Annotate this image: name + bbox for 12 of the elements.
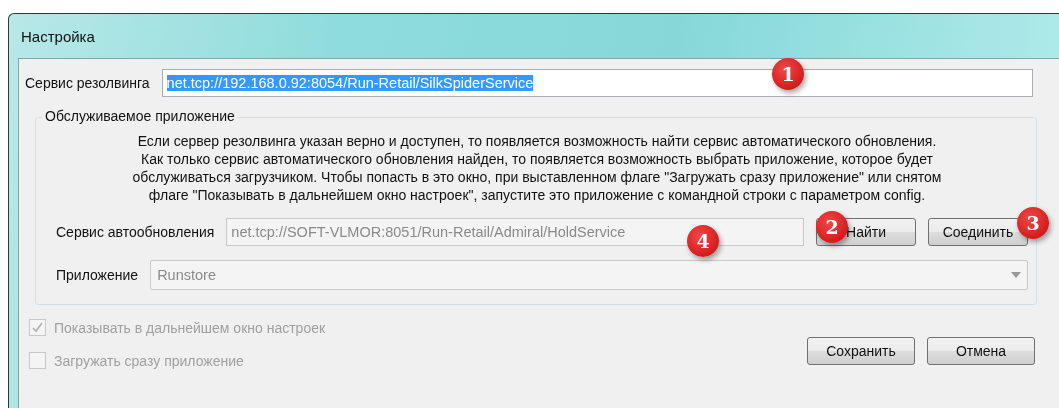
description-text: Если сервер резолвинга указан верно и доступен, то появляется возможность найти сервис автоматического обновления. Как только сервис автоматического обновления найден, то появляется возможность выбрать приложение, которое будет обслуживаться загрузчиком. Чтобы попасть в это окно, при выставленном флаге "Загружать сразу приложение" или снятом флаге "Показывать в дальнейшем окно настроек", запустите это приложение с командной строки с параметром config. [131, 132, 943, 204]
checkbox-label: Загружать сразу приложение [54, 352, 244, 369]
field-label: Сервис резолвинга [25, 75, 150, 91]
checkbox-label: Показывать в дальнейшем окно настроек [54, 319, 326, 336]
window-title: Настройка [20, 26, 96, 47]
connect-button[interactable]: Соединить [928, 218, 1028, 246]
group-title: Обслуживаемое приложение [42, 108, 238, 124]
field-label: Сервис автообновления [56, 224, 215, 240]
dropdown-arrow-icon [1011, 272, 1021, 278]
field-label: Приложение [56, 267, 139, 283]
save-button[interactable]: Сохранить [807, 337, 915, 365]
cancel-button[interactable]: Отмена [927, 337, 1035, 365]
